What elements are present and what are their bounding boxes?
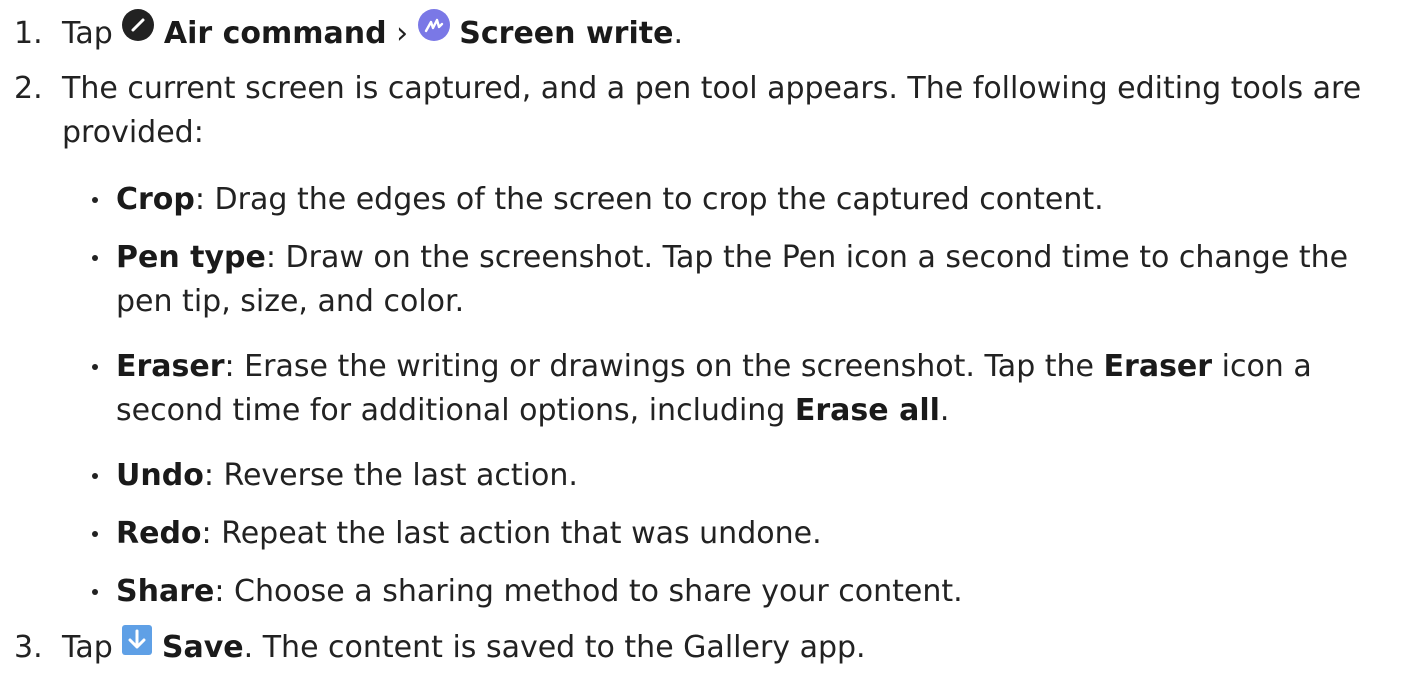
bullet [92, 570, 100, 614]
tool-desc: : Choose a sharing method to share your … [214, 574, 963, 609]
bullet [92, 454, 100, 498]
step-text: Tap Save. The content is saved to the Ga… [62, 624, 1402, 671]
tool-name: Crop [116, 182, 195, 217]
erase-all-label: Erase all [794, 393, 940, 428]
pen-circle-icon [122, 9, 155, 54]
save-label: Save [161, 630, 244, 665]
step-number: 1. [14, 16, 43, 51]
bullet [92, 178, 100, 222]
tool-desc: : Draw on the screenshot. Tap the Pen ic… [116, 240, 1349, 319]
screen-write-icon [417, 9, 450, 54]
air-command-label: Air command [163, 16, 387, 51]
step-text: Tap Air command › Screen write. [62, 9, 1402, 57]
step-1-end: . [673, 16, 683, 51]
bullet [92, 512, 100, 556]
bullet [92, 236, 100, 280]
tool-name: Share [116, 574, 215, 609]
tool-desc-end: . [939, 393, 950, 428]
tool-desc: : Drag the edges of the screen to crop t… [194, 182, 1104, 217]
screen-write-label: Screen write [459, 16, 674, 51]
tool-desc: : Repeat the last action that was undone… [201, 516, 822, 551]
download-arrow-icon [122, 624, 153, 668]
bullet [92, 345, 100, 389]
step-number: 3. [14, 630, 43, 665]
step-text: The current screen is captured, and a pe… [62, 71, 1362, 150]
instructions-document: 1. Tap Air command › Screen write. 2. Th [0, 0, 1422, 694]
menu-separator: › [396, 16, 409, 51]
tool-name: Pen type [116, 240, 266, 275]
step-3-rest: . The content is saved to the Gallery ap… [243, 630, 866, 665]
tool-name: Redo [116, 516, 202, 551]
step-number: 2. [14, 71, 43, 106]
tool-desc: : Erase the writing or drawings on the s… [224, 349, 1104, 384]
tap-word: Tap [62, 16, 113, 51]
tool-name: Eraser [116, 349, 225, 384]
tap-word: Tap [62, 630, 113, 665]
eraser-word: Eraser [1103, 349, 1213, 384]
tool-desc: : Reverse the last action. [203, 458, 578, 493]
tool-name: Undo [116, 458, 204, 493]
